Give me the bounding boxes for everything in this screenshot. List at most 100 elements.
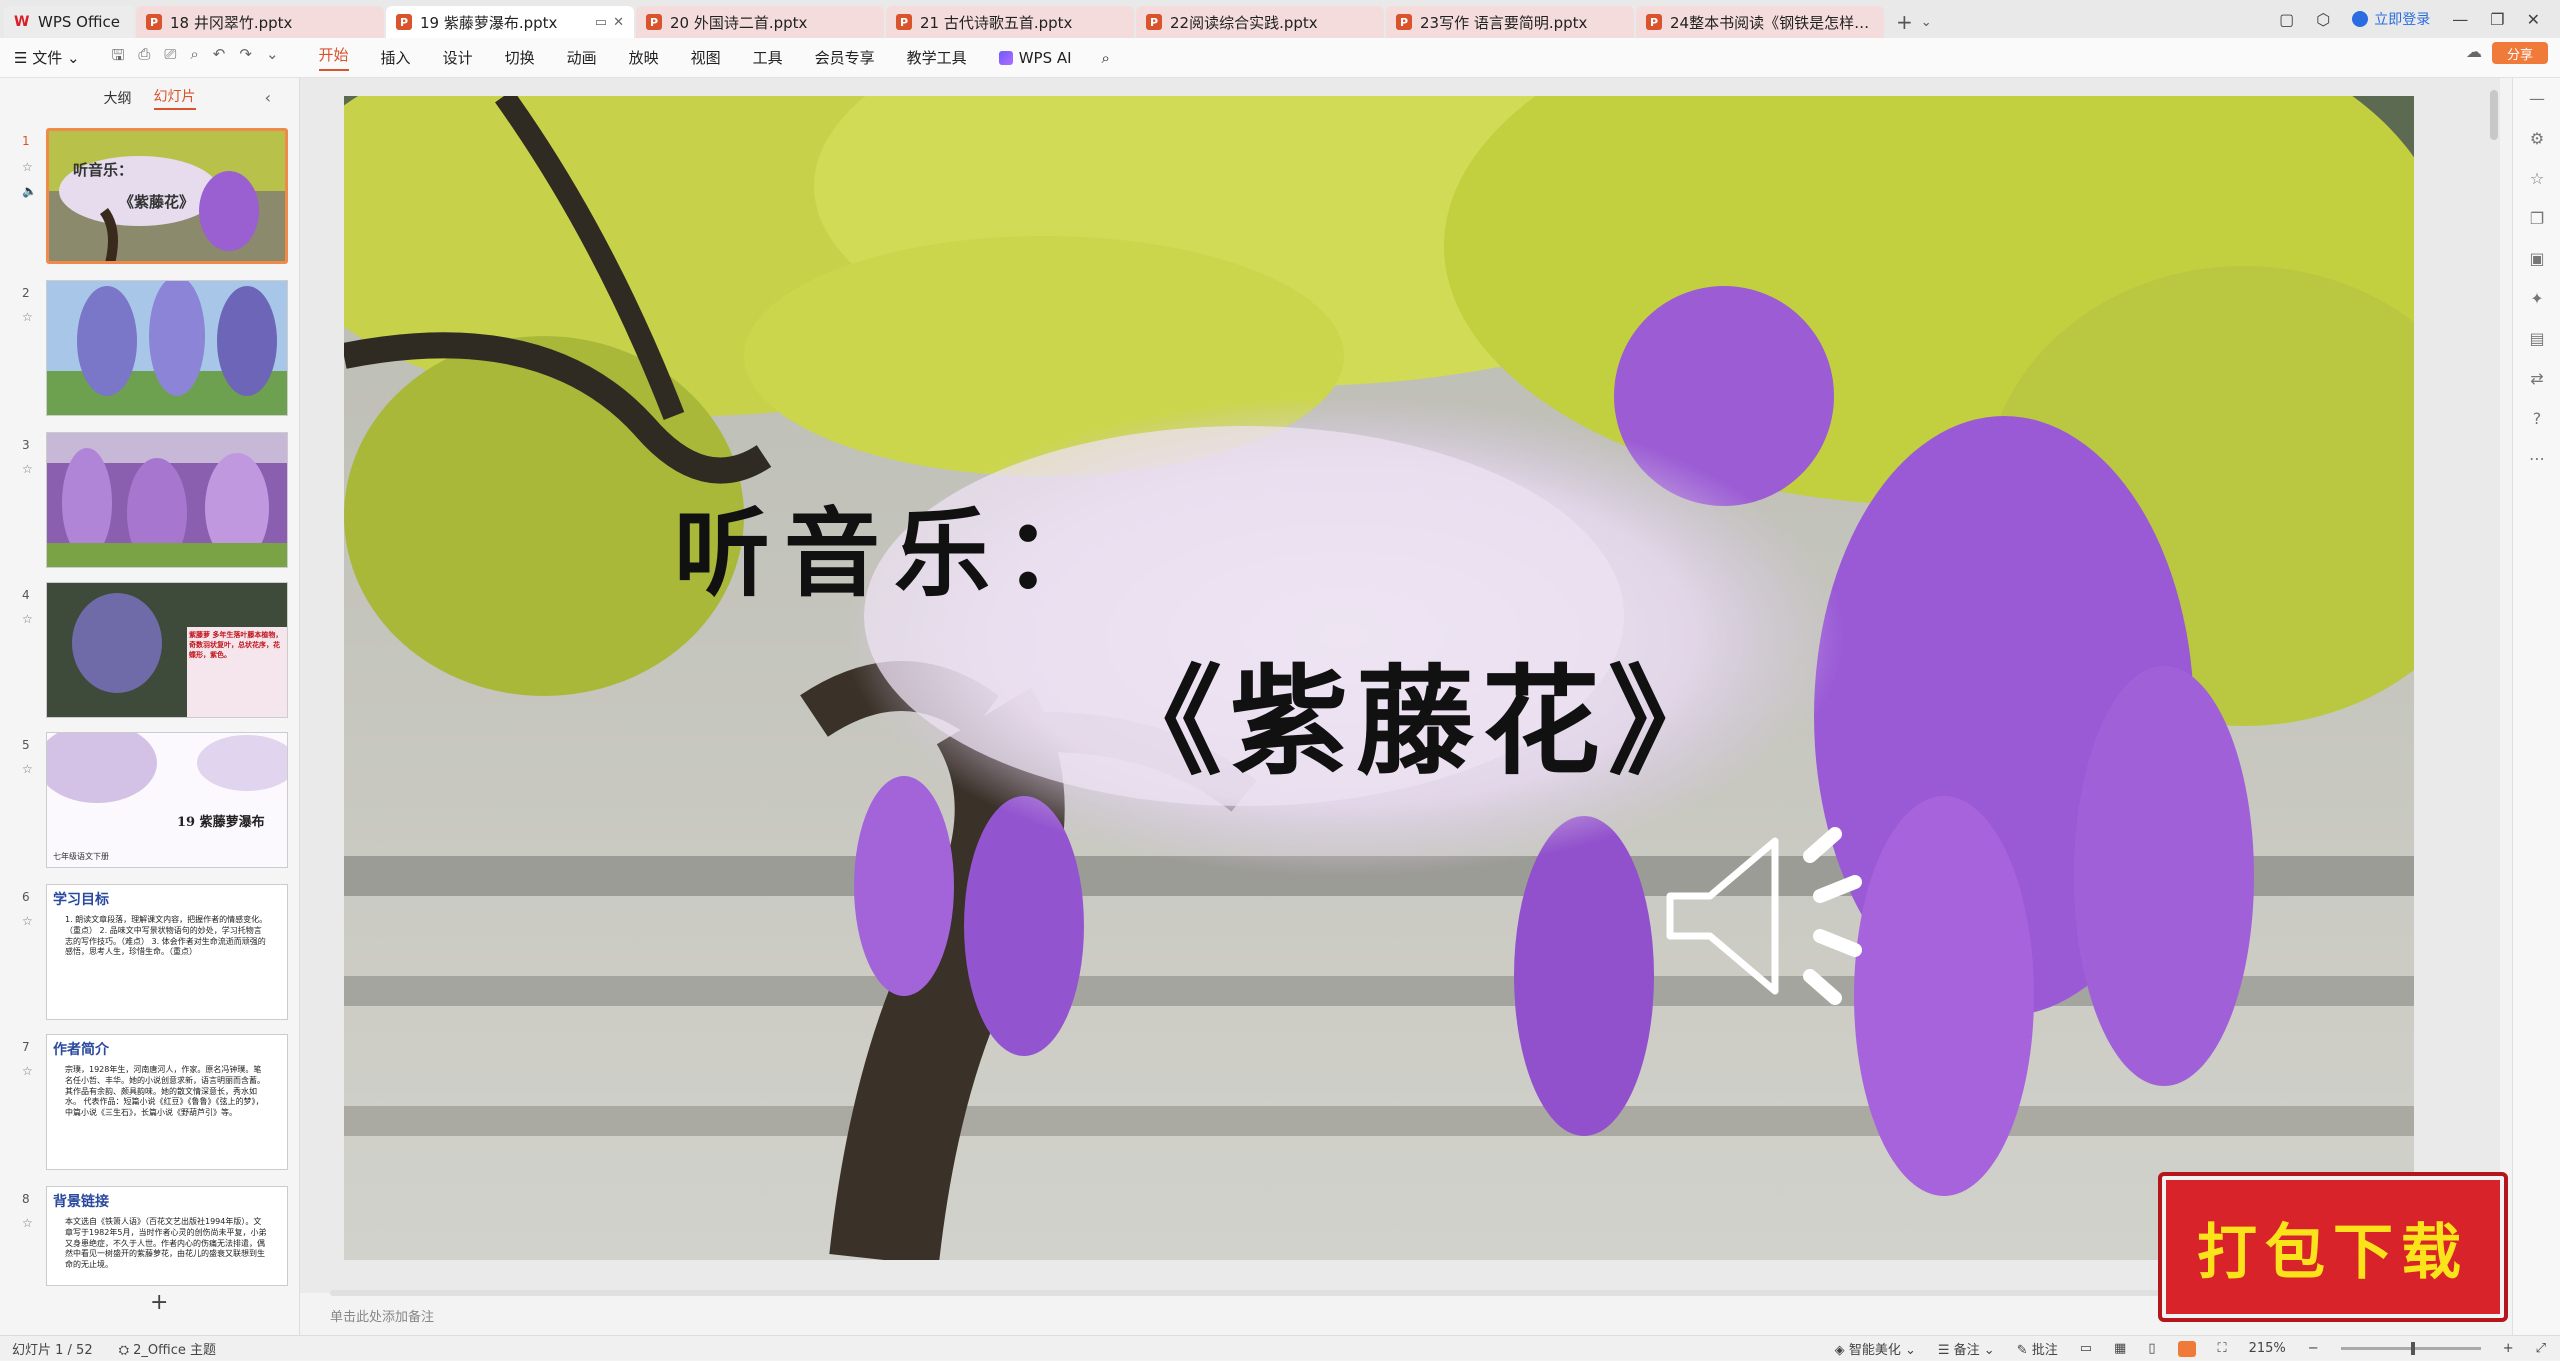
- fit-slide-icon[interactable]: ⤢: [2536, 1341, 2546, 1356]
- wps-ai-button[interactable]: WPS AI: [998, 49, 1072, 67]
- tab-wps-home[interactable]: W WPS Office: [4, 6, 134, 38]
- tab-list-chevron-icon[interactable]: ⌄: [1921, 15, 1932, 30]
- copy-icon[interactable]: ❐: [2513, 198, 2560, 238]
- cloud-sync-icon[interactable]: ☁: [2466, 42, 2482, 61]
- zoom-in-icon[interactable]: +: [2503, 1341, 2514, 1356]
- export-pdf-icon[interactable]: ⎙: [138, 45, 150, 70]
- menu-item-tools[interactable]: 工具: [753, 47, 783, 68]
- slide-number: 7: [22, 1040, 30, 1054]
- slide-thumbnail-4[interactable]: 紫藤萝 多年生落叶藤本植物，奇数羽状复叶，总状花序，花蝶形，紫色。: [46, 582, 288, 718]
- slide-title-line1[interactable]: 听音乐：: [674, 476, 1114, 615]
- star-icon[interactable]: ☆: [22, 310, 33, 324]
- tab-document[interactable]: P 21 古代诗歌五首.pptx: [886, 6, 1134, 38]
- play-slideshow-icon[interactable]: [2177, 1340, 2196, 1357]
- skin-icon[interactable]: ⬡: [2316, 10, 2330, 29]
- tab-document-active[interactable]: P 19 紫藤萝瀑布.pptx ▭ ✕: [386, 6, 634, 38]
- book-icon[interactable]: ▤: [2513, 318, 2560, 358]
- layout-icon[interactable]: ▢: [2279, 10, 2294, 29]
- share-button[interactable]: 分享: [2492, 42, 2548, 64]
- menu-item-teaching-tools[interactable]: 教学工具: [907, 47, 967, 68]
- theme-name[interactable]: ⛭ 2_Office 主题: [119, 1339, 216, 1358]
- undo-icon[interactable]: ↶: [213, 45, 226, 70]
- slide-thumbnail-2[interactable]: [46, 280, 288, 416]
- quick-access: 🖫 ⎙ ⎚ ⌕ ↶ ↷ ⌄: [112, 45, 279, 70]
- help-icon[interactable]: ?: [2513, 398, 2560, 438]
- star-icon[interactable]: ☆: [22, 160, 33, 174]
- monitor-icon[interactable]: ▭: [595, 15, 607, 30]
- slide-thumbnail-6[interactable]: 学习目标 1. 朗读文章段落，理解课文内容，把握作者的情感变化。（重点） 2. …: [46, 884, 288, 1020]
- slide-thumbnail-3[interactable]: [46, 432, 288, 568]
- menu-item-design[interactable]: 设计: [443, 47, 473, 68]
- slide-title-line2[interactable]: 《紫藤花》: [1104, 626, 1734, 797]
- pptx-file-icon: P: [896, 14, 912, 30]
- star-icon[interactable]: ☆: [22, 1216, 33, 1230]
- tab-document[interactable]: P 18 井冈翠竹.pptx: [136, 6, 384, 38]
- zoom-level[interactable]: 215%: [2249, 1341, 2286, 1356]
- tab-document[interactable]: P 23写作 语言要简明.pptx: [1386, 6, 1634, 38]
- speaker-audio-icon[interactable]: [1660, 816, 1880, 1016]
- image-icon[interactable]: ▣: [2513, 238, 2560, 278]
- slide-thumbnail-8[interactable]: 背景链接 本文选自《铁箫人语》（百花文艺出版社1994年版）。文章写于1982年…: [46, 1186, 288, 1286]
- new-tab-plus-icon[interactable]: + ⌄: [1886, 6, 1942, 38]
- user-avatar-icon: [2352, 11, 2369, 27]
- slide-thumbnail-1[interactable]: 听音乐： 《紫藤花》: [46, 128, 288, 264]
- zoom-out-icon[interactable]: −: [2308, 1341, 2319, 1356]
- menu-item-transition[interactable]: 切换: [505, 47, 535, 68]
- tab-document[interactable]: P24整本书阅读《钢铁是怎样炼成的》: [1636, 6, 1884, 38]
- panel-tabs: 大纲 幻灯片 ‹: [0, 78, 299, 118]
- translate-icon[interactable]: ⇄: [2513, 358, 2560, 398]
- tab-slides[interactable]: 幻灯片: [153, 86, 196, 110]
- collapse-panel-icon[interactable]: ‹: [265, 88, 271, 107]
- fit-window-icon[interactable]: ⛶: [2218, 1341, 2227, 1356]
- minimize-icon[interactable]: —: [2452, 10, 2468, 29]
- slide-number: 4: [22, 588, 30, 602]
- login-button[interactable]: 立即登录: [2352, 9, 2430, 29]
- print-icon[interactable]: ⎚: [164, 45, 176, 70]
- magic-icon[interactable]: ✦: [2513, 278, 2560, 318]
- tab-document[interactable]: P 20 外国诗二首.pptx: [636, 6, 884, 38]
- smart-beautify-button[interactable]: ◈ 智能美化 ⌄: [1835, 1339, 1916, 1358]
- menu-item-view[interactable]: 视图: [691, 47, 721, 68]
- notes-toggle-button[interactable]: ☰ 备注 ⌄: [1938, 1339, 1995, 1358]
- close-tab-icon[interactable]: ✕: [613, 15, 624, 30]
- star-icon[interactable]: ☆: [22, 462, 33, 476]
- current-slide[interactable]: 听音乐： 《紫藤花》: [344, 96, 2414, 1260]
- menu-item-home[interactable]: 开始: [318, 44, 349, 71]
- slide-number: 2: [22, 286, 30, 300]
- add-slide-plus-icon[interactable]: +: [150, 1290, 168, 1315]
- save-icon[interactable]: 🖫: [112, 45, 125, 70]
- canvas-vertical-scrollbar[interactable]: [2490, 90, 2498, 1280]
- menu-item-member[interactable]: 会员专享: [815, 47, 875, 68]
- sorter-view-icon[interactable]: ▦: [2114, 1341, 2126, 1356]
- star-icon[interactable]: ☆: [22, 762, 33, 776]
- redo-icon[interactable]: ↷: [239, 45, 252, 70]
- more-chevron-icon[interactable]: ⌄: [266, 45, 279, 70]
- comment-button[interactable]: ✎ 批注: [2017, 1339, 2058, 1358]
- reading-view-icon[interactable]: ▯: [2148, 1341, 2155, 1356]
- menu-item-animation[interactable]: 动画: [567, 47, 597, 68]
- slide-thumbnail-7[interactable]: 作者简介 宗璞，1928年生，河南唐河人，作家。原名冯钟璞。笔名任小哲、丰华。她…: [46, 1034, 288, 1170]
- star-icon[interactable]: ☆: [22, 1064, 33, 1078]
- favorite-icon[interactable]: ☆: [2513, 158, 2560, 198]
- tab-document[interactable]: P 22阅读综合实践.pptx: [1136, 6, 1384, 38]
- normal-view-icon[interactable]: ▭: [2080, 1341, 2092, 1356]
- slide-number: 8: [22, 1192, 30, 1206]
- slide-thumbnail-5[interactable]: 19 紫藤萝瀑布 七年级语文下册: [46, 732, 288, 868]
- file-menu[interactable]: ☰ 文件 ⌄: [14, 47, 80, 68]
- zoom-slider[interactable]: [2340, 1342, 2481, 1355]
- close-window-icon[interactable]: ✕: [2527, 10, 2540, 29]
- download-banner[interactable]: 打包下载: [2158, 1172, 2508, 1322]
- minus-icon[interactable]: —: [2513, 78, 2560, 118]
- star-icon[interactable]: ☆: [22, 612, 33, 626]
- restore-icon[interactable]: ❐: [2490, 10, 2504, 29]
- search-icon[interactable]: ⌕: [1102, 49, 1110, 67]
- pptx-file-icon: P: [1146, 14, 1162, 30]
- more-icon[interactable]: ⋯: [2513, 438, 2560, 478]
- adjust-icon[interactable]: ⚙: [2513, 118, 2560, 158]
- menu-item-insert[interactable]: 插入: [381, 47, 411, 68]
- star-icon[interactable]: ☆: [22, 914, 33, 928]
- tab-outline[interactable]: 大纲: [104, 88, 132, 108]
- print-preview-icon[interactable]: ⌕: [190, 45, 198, 70]
- notes-placeholder[interactable]: 单击此处添加备注: [330, 1306, 434, 1325]
- menu-item-slideshow[interactable]: 放映: [629, 47, 659, 68]
